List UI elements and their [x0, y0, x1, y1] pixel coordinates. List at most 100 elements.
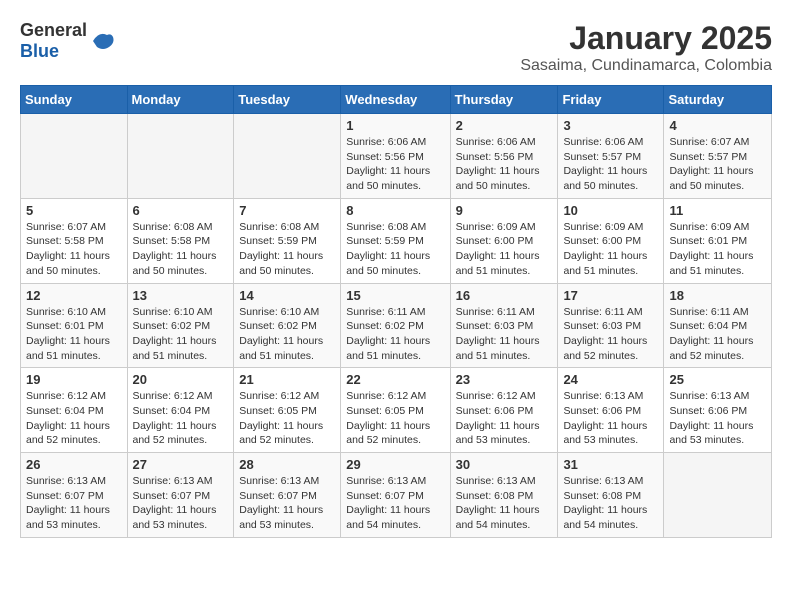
day-info: Sunrise: 6:06 AM Sunset: 5:56 PM Dayligh…	[346, 135, 444, 194]
calendar-cell: 16 Sunrise: 6:11 AM Sunset: 6:03 PM Dayli…	[450, 283, 558, 368]
day-info: Sunrise: 6:07 AM Sunset: 5:57 PM Dayligh…	[669, 135, 766, 194]
day-number: 31	[563, 457, 658, 472]
day-number: 1	[346, 118, 444, 133]
calendar-cell: 28Sunrise: 6:13 AM Sunset: 6:07 PM Dayli…	[234, 453, 341, 538]
day-info: Sunrise: 6:12 AM Sunset: 6:04 PM Dayligh…	[26, 389, 122, 448]
calendar-cell: 4 Sunrise: 6:07 AM Sunset: 5:57 PM Daylig…	[664, 114, 772, 199]
calendar-cell: 19 Sunrise: 6:12 AM Sunset: 6:04 PM Dayli…	[21, 368, 128, 453]
calendar-cell: 22Sunrise: 6:12 AM Sunset: 6:05 PM Dayli…	[341, 368, 450, 453]
day-info: Sunrise: 6:13 AM Sunset: 6:08 PM Dayligh…	[456, 474, 553, 533]
calendar-cell: 9 Sunrise: 6:09 AM Sunset: 6:00 PM Daylig…	[450, 198, 558, 283]
day-number: 2	[456, 118, 553, 133]
day-info: Sunrise: 6:09 AM Sunset: 6:00 PM Dayligh…	[456, 220, 553, 279]
header-cell-saturday: Saturday	[664, 86, 772, 114]
day-number: 4	[669, 118, 766, 133]
day-number: 26	[26, 457, 122, 472]
day-number: 24	[563, 372, 658, 387]
calendar-cell: 18Sunrise: 6:11 AM Sunset: 6:04 PM Dayli…	[664, 283, 772, 368]
day-info: Sunrise: 6:12 AM Sunset: 6:06 PM Dayligh…	[456, 389, 553, 448]
day-info: Sunrise: 6:11 AM Sunset: 6:04 PM Dayligh…	[669, 305, 766, 364]
calendar-table: SundayMondayTuesdayWednesdayThursdayFrid…	[20, 85, 772, 538]
day-info: Sunrise: 6:10 AM Sunset: 6:02 PM Dayligh…	[133, 305, 229, 364]
calendar-body: 1 Sunrise: 6:06 AM Sunset: 5:56 PM Daylig…	[21, 114, 772, 538]
day-number: 20	[133, 372, 229, 387]
title-block: January 2025 Sasaima, Cundinamarca, Colo…	[520, 20, 772, 75]
day-info: Sunrise: 6:11 AM Sunset: 6:03 PM Dayligh…	[563, 305, 658, 364]
header-cell-sunday: Sunday	[21, 86, 128, 114]
day-info: Sunrise: 6:13 AM Sunset: 6:08 PM Dayligh…	[563, 474, 658, 533]
logo: General Blue	[20, 20, 115, 62]
day-info: Sunrise: 6:09 AM Sunset: 6:01 PM Dayligh…	[669, 220, 766, 279]
calendar-cell	[234, 114, 341, 199]
calendar-cell: 5Sunrise: 6:07 AM Sunset: 5:58 PM Daylig…	[21, 198, 128, 283]
calendar-cell: 8 Sunrise: 6:08 AM Sunset: 5:59 PM Daylig…	[341, 198, 450, 283]
calendar-cell: 12 Sunrise: 6:10 AM Sunset: 6:01 PM Dayli…	[21, 283, 128, 368]
week-row-1: 1 Sunrise: 6:06 AM Sunset: 5:56 PM Daylig…	[21, 114, 772, 199]
calendar-cell: 3 Sunrise: 6:06 AM Sunset: 5:57 PM Daylig…	[558, 114, 664, 199]
calendar-cell: 23 Sunrise: 6:12 AM Sunset: 6:06 PM Dayli…	[450, 368, 558, 453]
calendar-cell: 13Sunrise: 6:10 AM Sunset: 6:02 PM Dayli…	[127, 283, 234, 368]
calendar-cell	[21, 114, 128, 199]
week-row-3: 12 Sunrise: 6:10 AM Sunset: 6:01 PM Dayli…	[21, 283, 772, 368]
calendar-cell: 10Sunrise: 6:09 AM Sunset: 6:00 PM Dayli…	[558, 198, 664, 283]
header-cell-tuesday: Tuesday	[234, 86, 341, 114]
calendar-cell: 17 Sunrise: 6:11 AM Sunset: 6:03 PM Dayli…	[558, 283, 664, 368]
day-number: 21	[239, 372, 335, 387]
day-number: 3	[563, 118, 658, 133]
day-info: Sunrise: 6:06 AM Sunset: 5:57 PM Dayligh…	[563, 135, 658, 194]
calendar-cell: 7 Sunrise: 6:08 AM Sunset: 5:59 PM Daylig…	[234, 198, 341, 283]
calendar-cell: 26 Sunrise: 6:13 AM Sunset: 6:07 PM Dayli…	[21, 453, 128, 538]
day-number: 11	[669, 203, 766, 218]
calendar-cell: 24Sunrise: 6:13 AM Sunset: 6:06 PM Dayli…	[558, 368, 664, 453]
day-number: 12	[26, 288, 122, 303]
day-info: Sunrise: 6:13 AM Sunset: 6:07 PM Dayligh…	[26, 474, 122, 533]
calendar-cell: 30 Sunrise: 6:13 AM Sunset: 6:08 PM Dayli…	[450, 453, 558, 538]
day-info: Sunrise: 6:13 AM Sunset: 6:07 PM Dayligh…	[346, 474, 444, 533]
logo-general-text: General	[20, 20, 87, 41]
day-info: Sunrise: 6:08 AM Sunset: 5:59 PM Dayligh…	[239, 220, 335, 279]
day-number: 23	[456, 372, 553, 387]
calendar-cell: 6 Sunrise: 6:08 AM Sunset: 5:58 PM Daylig…	[127, 198, 234, 283]
day-info: Sunrise: 6:13 AM Sunset: 6:06 PM Dayligh…	[669, 389, 766, 448]
day-number: 25	[669, 372, 766, 387]
week-row-2: 5Sunrise: 6:07 AM Sunset: 5:58 PM Daylig…	[21, 198, 772, 283]
day-info: Sunrise: 6:08 AM Sunset: 5:58 PM Dayligh…	[133, 220, 229, 279]
day-number: 6	[133, 203, 229, 218]
day-number: 15	[346, 288, 444, 303]
day-info: Sunrise: 6:12 AM Sunset: 6:04 PM Dayligh…	[133, 389, 229, 448]
calendar-cell: 21 Sunrise: 6:12 AM Sunset: 6:05 PM Dayli…	[234, 368, 341, 453]
day-number: 8	[346, 203, 444, 218]
day-number: 17	[563, 288, 658, 303]
calendar-cell: 2 Sunrise: 6:06 AM Sunset: 5:56 PM Daylig…	[450, 114, 558, 199]
header-cell-monday: Monday	[127, 86, 234, 114]
logo-blue-text: Blue	[20, 41, 87, 62]
calendar-cell: 27Sunrise: 6:13 AM Sunset: 6:07 PM Dayli…	[127, 453, 234, 538]
day-info: Sunrise: 6:08 AM Sunset: 5:59 PM Dayligh…	[346, 220, 444, 279]
day-number: 10	[563, 203, 658, 218]
day-number: 16	[456, 288, 553, 303]
calendar-cell: 14 Sunrise: 6:10 AM Sunset: 6:02 PM Dayli…	[234, 283, 341, 368]
day-number: 7	[239, 203, 335, 218]
day-info: Sunrise: 6:11 AM Sunset: 6:03 PM Dayligh…	[456, 305, 553, 364]
day-info: Sunrise: 6:12 AM Sunset: 6:05 PM Dayligh…	[239, 389, 335, 448]
day-info: Sunrise: 6:10 AM Sunset: 6:01 PM Dayligh…	[26, 305, 122, 364]
header-row: SundayMondayTuesdayWednesdayThursdayFrid…	[21, 86, 772, 114]
day-info: Sunrise: 6:06 AM Sunset: 5:56 PM Dayligh…	[456, 135, 553, 194]
week-row-4: 19 Sunrise: 6:12 AM Sunset: 6:04 PM Dayli…	[21, 368, 772, 453]
calendar-cell: 25 Sunrise: 6:13 AM Sunset: 6:06 PM Dayli…	[664, 368, 772, 453]
day-number: 14	[239, 288, 335, 303]
header-cell-wednesday: Wednesday	[341, 86, 450, 114]
day-number: 19	[26, 372, 122, 387]
day-number: 27	[133, 457, 229, 472]
day-number: 28	[239, 457, 335, 472]
day-info: Sunrise: 6:10 AM Sunset: 6:02 PM Dayligh…	[239, 305, 335, 364]
day-number: 30	[456, 457, 553, 472]
day-number: 22	[346, 372, 444, 387]
calendar-cell	[127, 114, 234, 199]
day-number: 9	[456, 203, 553, 218]
calendar-cell: 1 Sunrise: 6:06 AM Sunset: 5:56 PM Daylig…	[341, 114, 450, 199]
calendar-cell: 11 Sunrise: 6:09 AM Sunset: 6:01 PM Dayli…	[664, 198, 772, 283]
calendar-cell	[664, 453, 772, 538]
week-row-5: 26 Sunrise: 6:13 AM Sunset: 6:07 PM Dayli…	[21, 453, 772, 538]
calendar-title: January 2025	[520, 20, 772, 57]
